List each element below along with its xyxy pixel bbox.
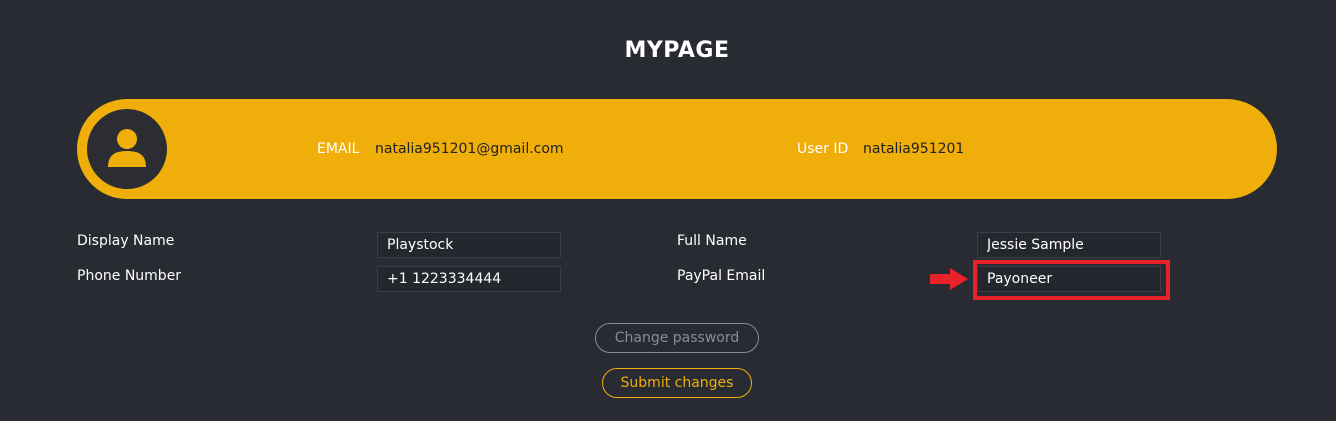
profile-banner: EMAIL natalia951201@gmail.com User ID na…	[77, 99, 1277, 199]
right-arrow-icon	[930, 268, 968, 290]
display-name-label: Display Name	[77, 233, 175, 249]
user-id-value: natalia951201	[863, 141, 965, 157]
email-label: EMAIL	[317, 141, 360, 157]
paypal-email-label: PayPal Email	[677, 268, 766, 284]
user-icon	[108, 129, 146, 167]
display-name-input[interactable]	[377, 232, 561, 258]
avatar	[87, 109, 167, 189]
phone-number-input[interactable]	[377, 266, 561, 292]
phone-number-label: Phone Number	[77, 268, 182, 284]
submit-changes-button[interactable]: Submit changes	[602, 368, 752, 398]
email-value: natalia951201@gmail.com	[375, 141, 564, 157]
highlight-box	[973, 260, 1170, 300]
page-title: MYPAGE	[624, 38, 730, 63]
full-name-input[interactable]	[977, 232, 1161, 258]
change-password-button[interactable]: Change password	[595, 323, 759, 353]
user-id-label: User ID	[797, 141, 849, 157]
full-name-label: Full Name	[677, 233, 747, 249]
mypage: MYPAGE EMAIL natalia951201@gmail.com Use…	[0, 0, 1336, 421]
